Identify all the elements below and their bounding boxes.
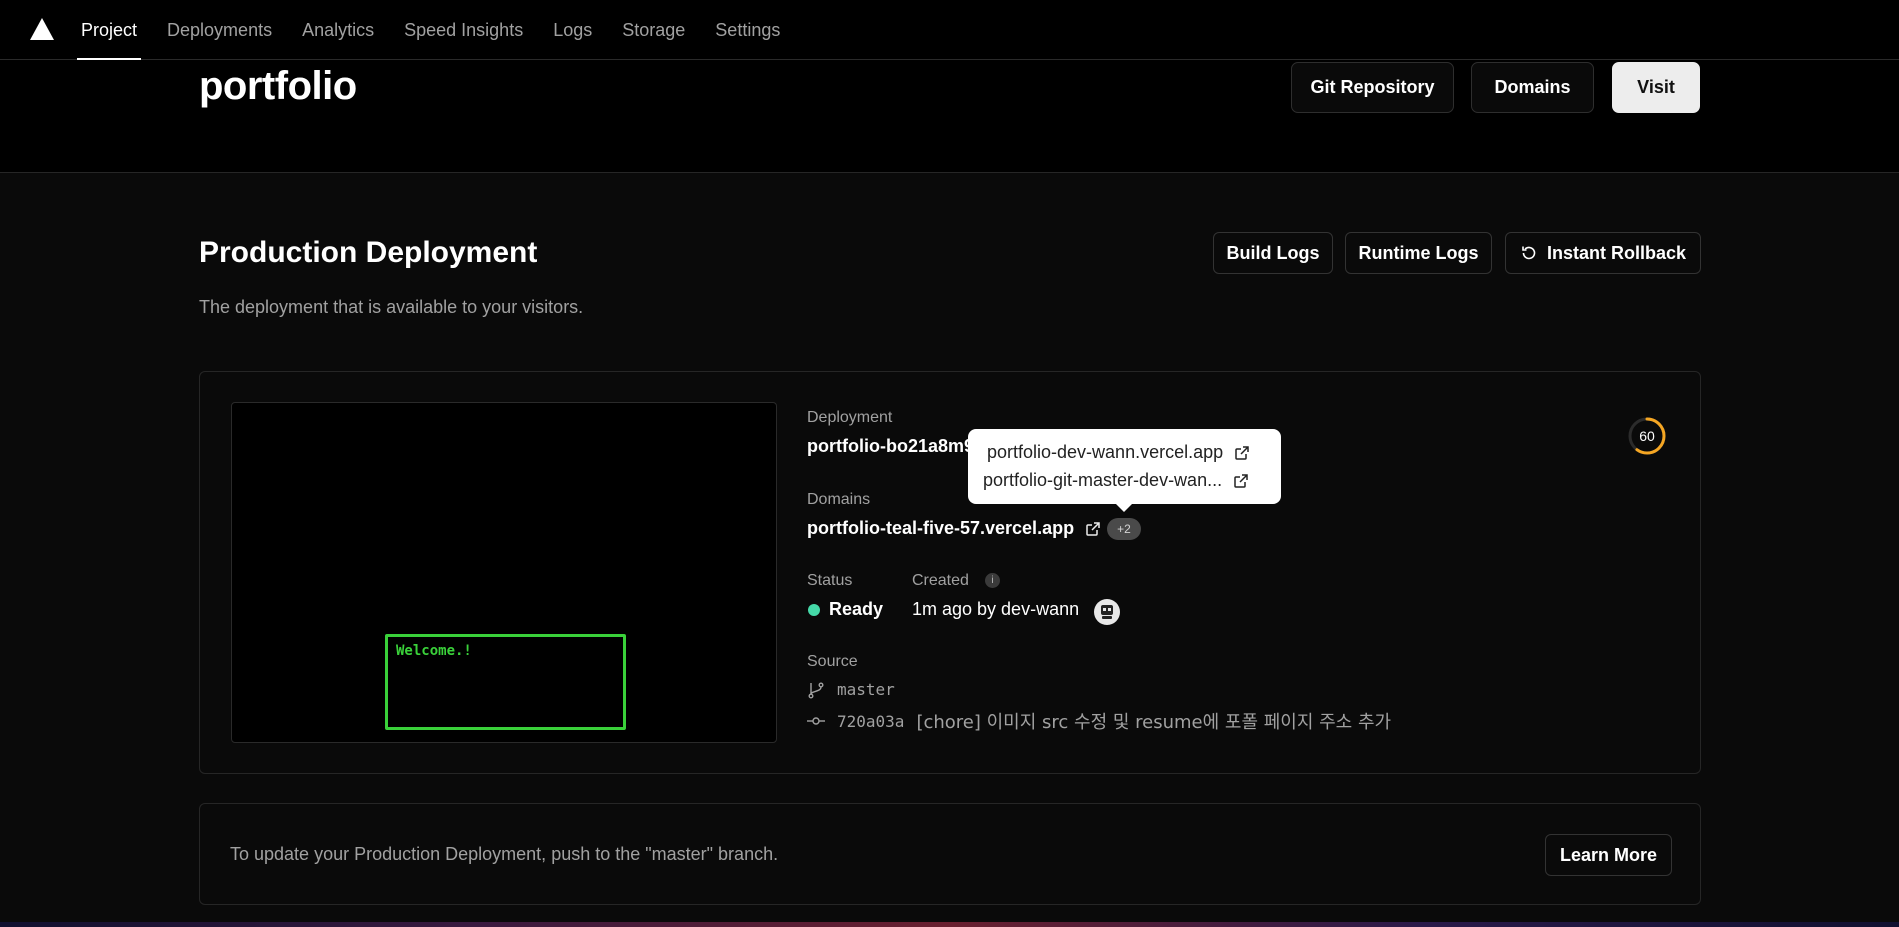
score-value: 60 (1639, 428, 1655, 444)
avatar[interactable] (1094, 599, 1120, 625)
user-avatar-icon (1101, 605, 1113, 619)
page-title: portfolio (199, 64, 357, 108)
tab-settings[interactable]: Settings (711, 0, 784, 60)
project-header: portfolio Git Repository Domains Visit (0, 60, 1899, 173)
learn-more-button[interactable]: Learn More (1545, 834, 1672, 876)
external-link-icon (1235, 446, 1249, 460)
info-icon[interactable]: i (985, 573, 1000, 588)
created-label: Created (912, 572, 969, 589)
update-note-text: To update your Production Deployment, pu… (230, 844, 779, 864)
rollback-icon (1522, 246, 1536, 260)
deployment-card: Welcome.! Deployment portfolio-bo21a8m9 … (199, 371, 1701, 774)
status-label: Status (807, 572, 853, 589)
domains-label: Domains (807, 491, 871, 508)
deployment-label: Deployment (807, 409, 893, 426)
git-repository-button[interactable]: Git Repository (1291, 62, 1454, 113)
git-branch-icon (808, 682, 824, 698)
vercel-logo-icon[interactable] (30, 18, 54, 40)
tab-analytics[interactable]: Analytics (298, 0, 378, 60)
tab-storage[interactable]: Storage (618, 0, 689, 60)
tab-speed-insights[interactable]: Speed Insights (400, 0, 527, 60)
source-branch[interactable]: master (807, 680, 895, 699)
instant-rollback-label: Instant Rollback (1546, 242, 1687, 263)
lighthouse-score[interactable]: 60 (1627, 416, 1667, 456)
runtime-logs-button[interactable]: Runtime Logs (1345, 232, 1492, 274)
tab-project[interactable]: Project (77, 0, 142, 60)
branch-name: master (837, 680, 895, 699)
commit-hash: 720a03a (837, 711, 905, 731)
extra-domains-badge[interactable]: +2 (1107, 518, 1141, 540)
popover-domain-text-1: portfolio-dev-wann.vercel.app (987, 442, 1224, 462)
domain-link[interactable]: portfolio-teal-five-57.vercel.app (807, 518, 1101, 539)
update-note-card: To update your Production Deployment, pu… (199, 803, 1701, 905)
preview-terminal-text: Welcome.! (396, 643, 472, 659)
deployment-preview[interactable]: Welcome.! (231, 402, 777, 743)
commit-message: [chore] 이미지 src 수정 및 resume에 포폴 페이지 주소 추… (916, 712, 1392, 733)
domains-popover: portfolio-dev-wann.vercel.app portfolio-… (968, 429, 1281, 512)
section-subtitle: The deployment that is available to your… (199, 297, 584, 317)
status-value: Ready (829, 599, 884, 619)
popover-domain-link-2[interactable]: portfolio-git-master-dev-wan... (983, 470, 1249, 491)
instant-rollback-button[interactable]: Instant Rollback (1505, 232, 1701, 274)
top-navigation: Project Deployments Analytics Speed Insi… (0, 0, 1899, 60)
build-logs-label: Build Logs (1226, 242, 1320, 263)
section-title: Production Deployment (199, 236, 538, 269)
git-commit-icon (807, 717, 825, 725)
tab-logs[interactable]: Logs (549, 0, 596, 60)
runtime-logs-label: Runtime Logs (1358, 242, 1479, 263)
created-value: 1m ago by dev-wann (912, 599, 1080, 619)
deployment-value[interactable]: portfolio-bo21a8m9 (807, 436, 974, 457)
domains-button[interactable]: Domains (1471, 62, 1594, 113)
bottom-gradient-strip (0, 922, 1899, 927)
build-logs-button[interactable]: Build Logs (1213, 232, 1333, 274)
external-link-icon (1086, 522, 1100, 536)
domain-link-text: portfolio-teal-five-57.vercel.app (807, 518, 1075, 538)
preview-terminal-box: Welcome.! (385, 634, 626, 730)
status-indicator (808, 604, 820, 616)
visit-button[interactable]: Visit (1612, 62, 1700, 113)
external-link-icon (1234, 474, 1248, 488)
source-commit[interactable]: 720a03a [chore] 이미지 src 수정 및 resume에 포폴 … (807, 708, 1391, 734)
tab-deployments[interactable]: Deployments (163, 0, 276, 60)
nav-tabs: Project Deployments Analytics Speed Insi… (77, 0, 806, 60)
popover-domain-text-2: portfolio-git-master-dev-wan... (983, 470, 1223, 490)
source-label: Source (807, 653, 858, 670)
popover-domain-link-1[interactable]: portfolio-dev-wann.vercel.app (987, 442, 1250, 463)
